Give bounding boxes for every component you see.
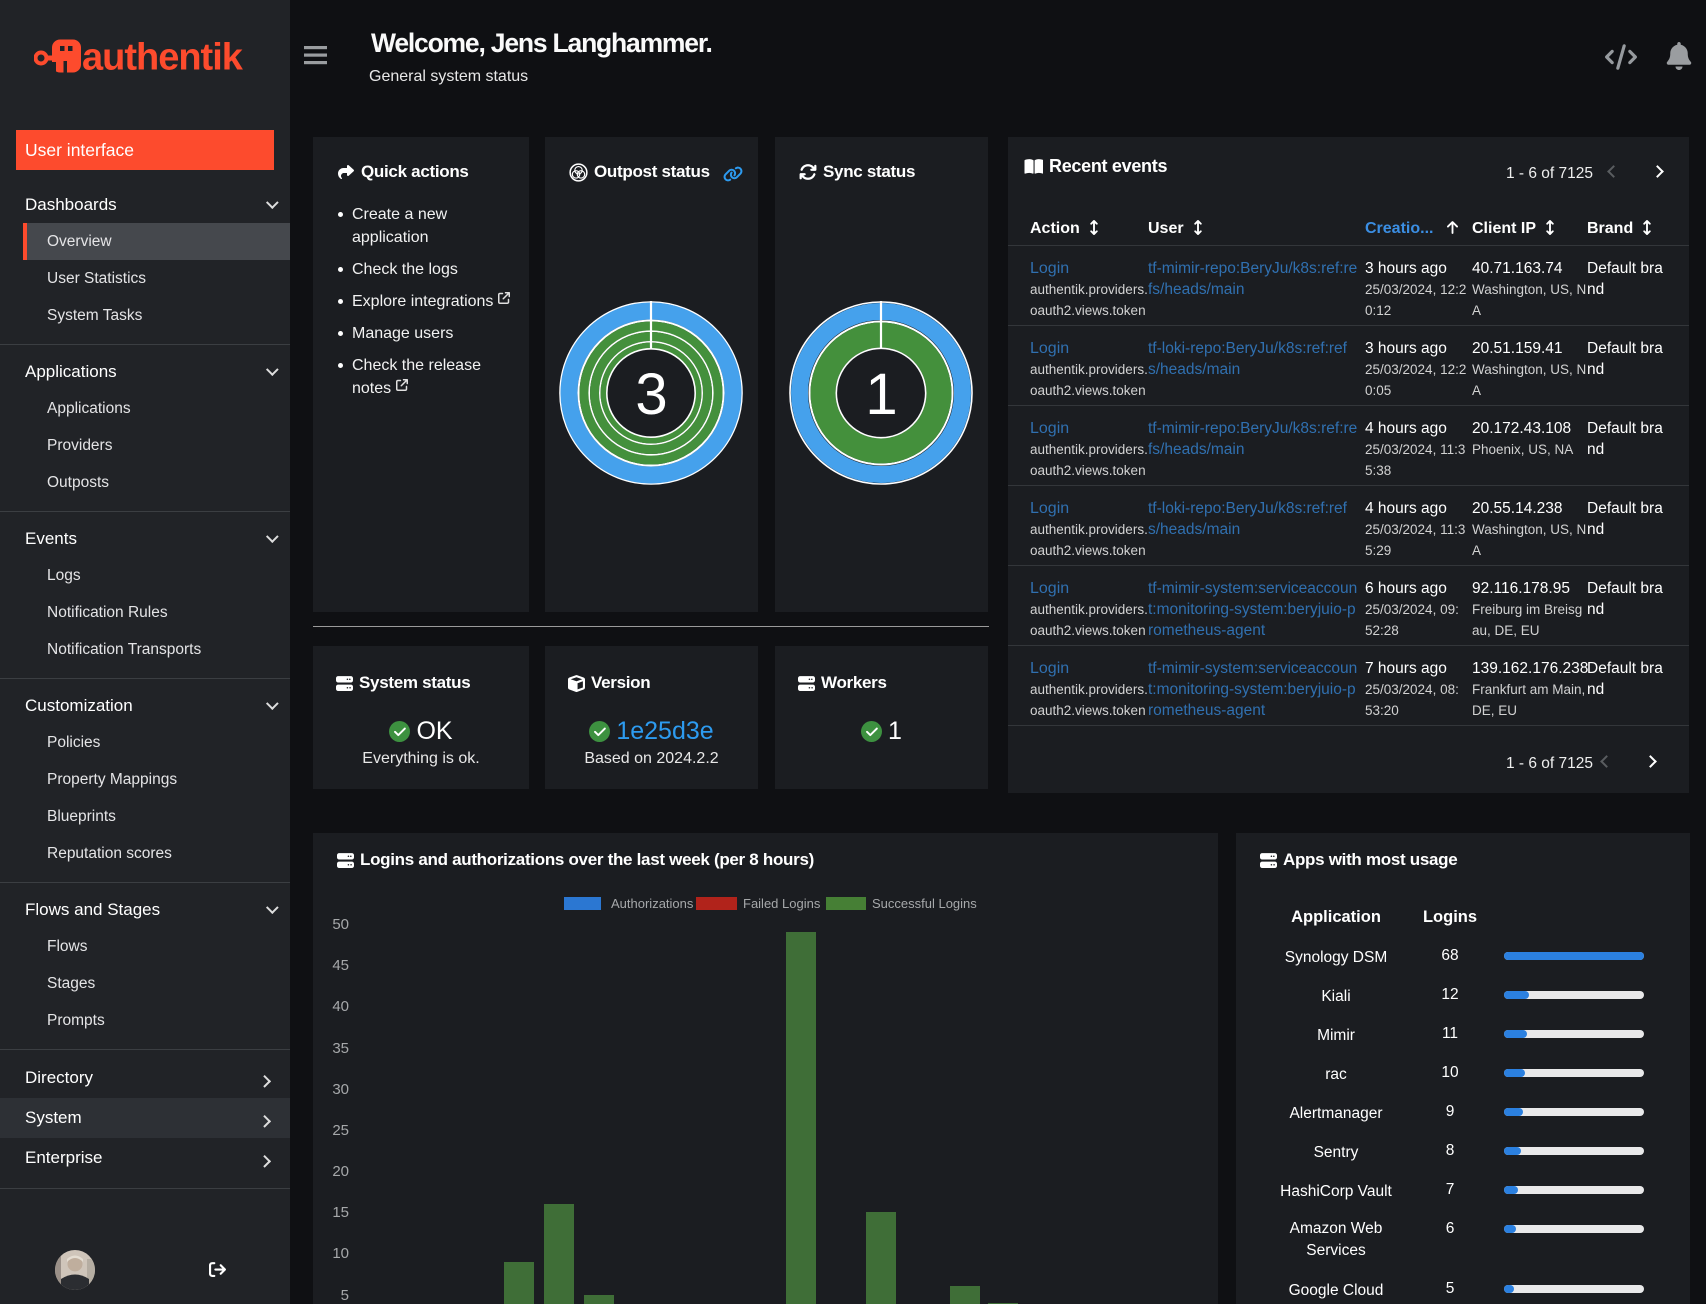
svg-text:authentik: authentik (82, 37, 244, 77)
